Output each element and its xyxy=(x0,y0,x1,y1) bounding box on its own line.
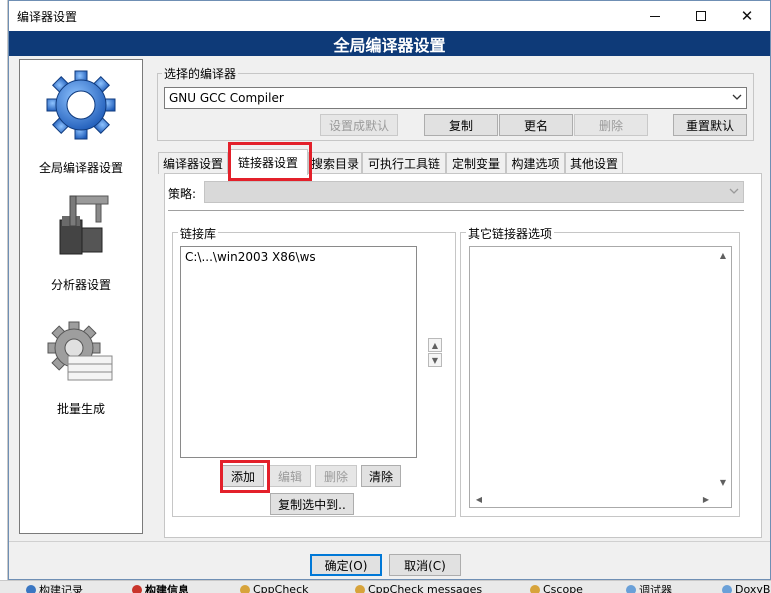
scroll-right-arrow[interactable]: ▶ xyxy=(699,492,713,506)
clear-libraries-button[interactable]: 清除 xyxy=(361,465,401,487)
window-title: 编译器设置 xyxy=(17,10,78,24)
check-icon xyxy=(355,584,365,593)
chevron-up-icon: ▲ xyxy=(719,250,727,260)
footer-divider xyxy=(9,541,770,542)
maximize-icon xyxy=(696,11,706,21)
compiler-select[interactable]: GNU GCC Compiler xyxy=(164,87,747,109)
compiler-settings-dialog: 编译器设置 ✕ 全局编译器设置 全局编译器设置 分析器设置 批量生成 选择的编译… xyxy=(8,0,771,580)
maximize-button[interactable] xyxy=(678,1,724,31)
settings-nav: 全局编译器设置 分析器设置 批量生成 xyxy=(19,59,143,534)
doxy-icon xyxy=(722,584,732,593)
edit-library-button[interactable]: 编辑 xyxy=(269,465,311,487)
tab-other-settings[interactable]: 其他设置 xyxy=(565,152,623,174)
check-icon xyxy=(240,584,250,593)
scope-icon xyxy=(530,584,540,593)
minimize-icon xyxy=(650,15,660,17)
tab-search-directories[interactable]: 搜索目录 xyxy=(308,152,362,174)
copy-selected-to-button[interactable]: 复制选中到.. xyxy=(270,493,354,515)
delete-compiler-button[interactable]: 删除 xyxy=(574,114,648,136)
set-default-button[interactable]: 设置成默认 xyxy=(320,114,398,136)
panel-divider xyxy=(168,210,744,211)
log-tab[interactable]: 构建记录 xyxy=(26,583,83,593)
batch-gear-icon xyxy=(47,321,113,381)
nav-item-global-compiler[interactable]: 全局编译器设置 xyxy=(20,66,142,176)
debugger-icon xyxy=(626,584,636,593)
tab-linker-settings[interactable]: 链接器设置 xyxy=(228,149,308,175)
minimize-button[interactable] xyxy=(632,1,678,31)
link-libraries-list[interactable]: C:\...\win2003 X86\ws xyxy=(180,246,417,458)
nav-item-label: 分析器设置 xyxy=(50,278,111,292)
close-button[interactable]: ✕ xyxy=(724,1,770,31)
tab-compiler-settings[interactable]: 编译器设置 xyxy=(158,152,228,174)
nav-item-batch-build[interactable]: 批量生成 xyxy=(20,316,142,416)
nav-item-label: 全局编译器设置 xyxy=(38,161,123,175)
chevron-left-icon: ◀ xyxy=(475,494,483,504)
close-icon: ✕ xyxy=(740,7,754,25)
build-icon xyxy=(132,584,142,593)
scroll-down-arrow[interactable]: ▼ xyxy=(716,475,730,489)
chevron-right-icon: ▶ xyxy=(702,494,710,504)
policy-label: 策略: xyxy=(168,187,197,201)
log-tab[interactable]: 构建信息 xyxy=(132,583,189,593)
log-tab[interactable]: 调试器 xyxy=(626,583,672,593)
arrow-up-icon: ▲ xyxy=(431,340,439,350)
chevron-down-icon xyxy=(729,188,739,194)
caliper-icon xyxy=(59,195,109,255)
move-down-button[interactable]: ▼ xyxy=(428,353,442,367)
gear-icon xyxy=(46,70,116,140)
rename-compiler-button[interactable]: 更名 xyxy=(499,114,573,136)
log-tab[interactable]: DoxyB xyxy=(722,583,770,593)
title-bar: 编译器设置 ✕ xyxy=(9,1,770,31)
chevron-down-icon: ▼ xyxy=(719,477,727,487)
policy-select[interactable] xyxy=(204,181,744,203)
compiler-group-label: 选择的编译器 xyxy=(162,65,239,82)
scroll-up-arrow[interactable]: ▲ xyxy=(716,248,730,262)
log-icon xyxy=(26,584,36,593)
background-editor-strip xyxy=(0,0,8,593)
tab-toolchain-executables[interactable]: 可执行工具链 xyxy=(362,152,446,174)
nav-item-label: 批量生成 xyxy=(56,402,105,416)
other-linker-options-label: 其它链接器选项 xyxy=(466,225,555,242)
cancel-button[interactable]: 取消(C) xyxy=(389,554,461,576)
scroll-left-arrow[interactable]: ◀ xyxy=(472,492,486,506)
other-linker-options-textarea[interactable]: ▲ ▼ ◀ ▶ xyxy=(469,246,732,508)
ide-log-tabs: 构建记录 构建信息 CppCheck CppCheck messages Csc… xyxy=(0,580,771,593)
move-up-button[interactable]: ▲ xyxy=(428,338,442,352)
chevron-down-icon xyxy=(732,94,742,100)
reset-default-button[interactable]: 重置默认 xyxy=(673,114,747,136)
add-library-button[interactable]: 添加 xyxy=(222,465,264,487)
arrow-down-icon: ▼ xyxy=(431,355,439,365)
delete-library-button[interactable]: 删除 xyxy=(315,465,357,487)
dialog-header: 全局编译器设置 xyxy=(9,31,770,56)
tab-custom-variables[interactable]: 定制变量 xyxy=(446,152,506,174)
nav-item-profiler[interactable]: 分析器设置 xyxy=(20,186,142,296)
compiler-select-value: GNU GCC Compiler xyxy=(169,91,284,105)
ok-button[interactable]: 确定(O) xyxy=(310,554,382,576)
link-libraries-label: 链接库 xyxy=(178,225,219,242)
list-item[interactable]: C:\...\win2003 X86\ws xyxy=(185,250,413,264)
log-tab[interactable]: CppCheck xyxy=(240,583,308,593)
log-tab[interactable]: CppCheck messages xyxy=(355,583,482,593)
log-tab[interactable]: Cscope xyxy=(530,583,583,593)
tab-build-options[interactable]: 构建选项 xyxy=(506,152,565,174)
copy-compiler-button[interactable]: 复制 xyxy=(424,114,498,136)
